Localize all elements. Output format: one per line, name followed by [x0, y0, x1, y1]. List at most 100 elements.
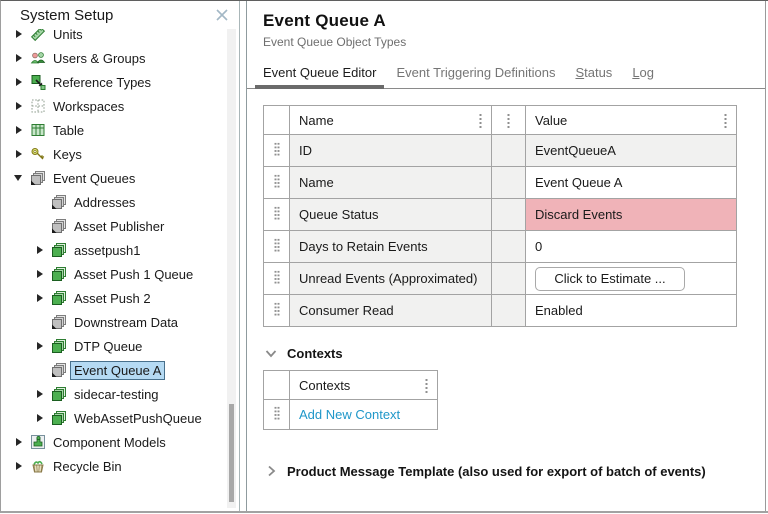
- tree-item-asset-push-1-queue[interactable]: Asset Push 1 Queue: [1, 262, 227, 286]
- tree-item-label: Units: [50, 29, 86, 43]
- section-title: Contexts: [287, 346, 343, 361]
- column-menu-icon[interactable]: [479, 113, 482, 128]
- tree-item-sidecar-testing[interactable]: sidecar-testing: [1, 382, 227, 406]
- chevron-down-icon[interactable]: [263, 345, 279, 361]
- expand-arrow-icon[interactable]: [34, 386, 51, 402]
- tree-item-event-queues[interactable]: Event Queues: [1, 166, 227, 190]
- row-grip[interactable]: [264, 199, 290, 231]
- tree-item-asset-publisher[interactable]: Asset Publisher: [1, 214, 227, 238]
- name-column-header[interactable]: Name: [290, 106, 492, 135]
- editor-header: Event Queue A Event Queue Object Types: [247, 1, 765, 49]
- expand-arrow-icon[interactable]: [34, 242, 51, 258]
- reference-types-icon: [30, 74, 50, 90]
- contexts-section-header[interactable]: Contexts: [263, 345, 765, 361]
- expand-arrow-icon[interactable]: [34, 338, 51, 354]
- expand-arrow-icon[interactable]: [13, 98, 30, 114]
- tree-item-recycle-bin[interactable]: Recycle Bin: [1, 454, 227, 478]
- tab-event-queue-editor[interactable]: Event Queue Editor: [255, 59, 384, 88]
- row-grip[interactable]: [264, 263, 290, 295]
- drag-grip-icon[interactable]: [274, 238, 280, 252]
- table-row-consumer-read: Consumer Read Enabled: [264, 295, 737, 327]
- drag-grip-icon[interactable]: [274, 270, 280, 284]
- collapse-arrow-icon[interactable]: [13, 170, 30, 186]
- property-value-error[interactable]: Discard Events: [526, 199, 737, 231]
- drag-grip-icon[interactable]: [274, 206, 280, 220]
- tab-bar: Event Queue Editor Event Triggering Defi…: [247, 59, 765, 89]
- expand-arrow-icon[interactable]: [13, 122, 30, 138]
- tree-item-label-selected: Event Queue A: [71, 362, 164, 379]
- tree-item-webassetpushqueue[interactable]: WebAssetPushQueue: [1, 406, 227, 430]
- property-table: Name Value ID EventQueueA: [263, 105, 737, 327]
- tree-item-workspaces[interactable]: Workspaces: [1, 94, 227, 118]
- row-grip[interactable]: [264, 231, 290, 263]
- property-name: Days to Retain Events: [290, 231, 492, 263]
- tree-item-assetpush1[interactable]: assetpush1: [1, 238, 227, 262]
- expand-arrow-icon[interactable]: [13, 50, 30, 66]
- tree-item-label: Users & Groups: [50, 50, 148, 67]
- event-queue-icon: [51, 218, 71, 234]
- event-queue-icon: [51, 410, 71, 426]
- column-menu-icon[interactable]: [507, 113, 510, 128]
- row-grip[interactable]: [264, 400, 290, 430]
- tree-item-table[interactable]: Table: [1, 118, 227, 142]
- tree-item-downstream-data[interactable]: Downstream Data: [1, 310, 227, 334]
- expander-spacer: [34, 314, 51, 330]
- component-models-icon: [30, 434, 50, 450]
- expand-arrow-icon[interactable]: [34, 266, 51, 282]
- product-message-template-section-header[interactable]: Product Message Template (also used for …: [263, 463, 765, 479]
- tree-item-addresses[interactable]: Addresses: [1, 190, 227, 214]
- tree-scrollbar[interactable]: [227, 29, 236, 508]
- tree-item-dtp-queue[interactable]: DTP Queue: [1, 334, 227, 358]
- expand-arrow-icon[interactable]: [13, 434, 30, 450]
- tab-status[interactable]: Status: [567, 59, 620, 88]
- tab-event-triggering-definitions[interactable]: Event Triggering Definitions: [388, 59, 563, 88]
- expand-arrow-icon[interactable]: [13, 458, 30, 474]
- tree-item-label: DTP Queue: [71, 338, 145, 355]
- chevron-right-icon[interactable]: [263, 463, 279, 479]
- tree-item-event-queue-a[interactable]: Event Queue A: [1, 358, 227, 382]
- system-setup-panel: System Setup Units Users & Groups Refere…: [1, 1, 240, 511]
- property-value[interactable]: Enabled: [526, 295, 737, 327]
- close-icon[interactable]: [213, 6, 231, 24]
- tree-item-users-groups[interactable]: Users & Groups: [1, 46, 227, 70]
- value-column-header[interactable]: Value: [526, 106, 737, 135]
- spacer-cell: [492, 135, 526, 167]
- expand-arrow-icon[interactable]: [34, 290, 51, 306]
- row-grip[interactable]: [264, 135, 290, 167]
- drag-grip-icon[interactable]: [274, 302, 280, 316]
- row-grip[interactable]: [264, 167, 290, 199]
- keys-icon: [30, 146, 50, 162]
- panel-titlebar: System Setup: [1, 1, 239, 29]
- tree-item-component-models[interactable]: Component Models: [1, 430, 227, 454]
- click-to-estimate-button[interactable]: Click to Estimate ...: [535, 267, 685, 291]
- add-new-context-link[interactable]: Add New Context: [299, 407, 400, 422]
- property-value[interactable]: Event Queue A: [526, 167, 737, 199]
- row-grip[interactable]: [264, 295, 290, 327]
- event-queue-icon: [51, 314, 71, 330]
- column-menu-icon[interactable]: [425, 378, 428, 393]
- drag-grip-icon[interactable]: [274, 142, 280, 156]
- expand-arrow-icon[interactable]: [13, 74, 30, 90]
- drag-grip-icon[interactable]: [274, 406, 280, 420]
- drag-grip-icon[interactable]: [274, 174, 280, 188]
- tree-item-label: Addresses: [71, 194, 138, 211]
- table-row-unread-events: Unread Events (Approximated) Click to Es…: [264, 263, 737, 295]
- tree-item-units[interactable]: Units: [1, 29, 227, 46]
- tree-item-label: Downstream Data: [71, 314, 181, 331]
- tree-item-keys[interactable]: Keys: [1, 142, 227, 166]
- expand-arrow-icon[interactable]: [34, 410, 51, 426]
- property-value[interactable]: 0: [526, 231, 737, 263]
- tree-scrollbar-thumb[interactable]: [229, 404, 234, 502]
- tree-item-reference-types[interactable]: Reference Types: [1, 70, 227, 94]
- column-menu-icon[interactable]: [724, 113, 727, 128]
- property-name: Consumer Read: [290, 295, 492, 327]
- mid-column-header[interactable]: [492, 106, 526, 135]
- tree-item-asset-push-2[interactable]: Asset Push 2: [1, 286, 227, 310]
- expand-arrow-icon[interactable]: [13, 146, 30, 162]
- tab-log[interactable]: Log: [624, 59, 662, 88]
- expander-spacer: [34, 194, 51, 210]
- contexts-column-header[interactable]: Contexts: [290, 371, 438, 400]
- table-icon: [30, 122, 50, 138]
- expand-arrow-icon[interactable]: [13, 29, 30, 42]
- event-queue-icon: [30, 170, 50, 186]
